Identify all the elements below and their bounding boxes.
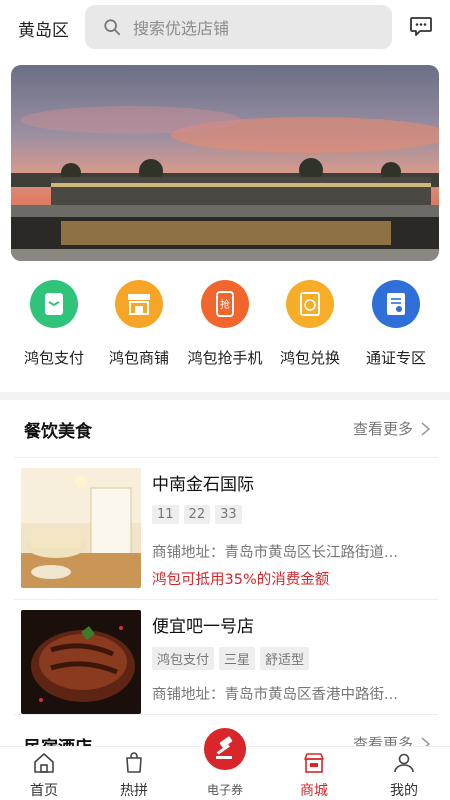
store-icon — [304, 753, 324, 773]
home-icon — [34, 753, 54, 773]
menu-item-grab-phone[interactable]: 抢 鸿包抢手机 — [181, 280, 269, 368]
shop-tag: 鸿包支付 — [152, 647, 215, 670]
shop-address: 商铺地址：青岛市黄岛区香港中路街... — [152, 687, 398, 703]
tab-home[interactable]: 首页 — [14, 751, 74, 800]
store-icon — [115, 280, 163, 328]
tab-mine[interactable]: 我的 — [374, 751, 434, 800]
coupon-center-button[interactable] — [202, 726, 248, 772]
menu-item-hongbao-pay[interactable]: 鸿包支付 — [10, 280, 98, 368]
chevron-right-icon — [421, 421, 430, 436]
shop-tag: 33 — [215, 505, 242, 524]
tab-mall[interactable]: 商城 — [284, 751, 344, 800]
user-icon — [394, 753, 414, 773]
exchange-icon — [286, 280, 334, 328]
section-divider — [0, 392, 450, 400]
shop-tags: 11 22 33 — [152, 505, 242, 524]
wallet-icon — [30, 280, 78, 328]
shop-tag: 舒适型 — [260, 647, 310, 670]
menu-item-hongbao-shop[interactable]: 鸿包商铺 — [95, 280, 183, 368]
search-icon — [104, 19, 121, 36]
quick-menu: 鸿包支付 鸿包商铺 抢 鸿包抢手机 鸿包兑换 通证专区 — [0, 280, 450, 380]
city-selector[interactable]: 黄岛区 — [18, 16, 69, 41]
message-icon[interactable] — [410, 16, 432, 36]
shop-address: 商铺地址：青岛市黄岛区长江路街道... — [152, 545, 398, 561]
section-title-food: 餐饮美食 — [24, 422, 92, 442]
gavel-icon — [216, 736, 233, 759]
bag-icon — [126, 752, 142, 773]
shop-tag: 22 — [183, 505, 211, 524]
top-bar: 黄岛区 搜索优选店铺 — [0, 0, 450, 56]
view-more-label: 查看更多 — [352, 420, 413, 438]
shop-name: 中南金石国际 — [152, 475, 254, 495]
menu-item-token-zone[interactable]: 通证专区 — [352, 280, 440, 368]
promo-banner[interactable] — [11, 65, 439, 261]
phone-icon: 抢 — [201, 280, 249, 328]
shop-thumbnail — [21, 610, 141, 714]
certificate-icon — [372, 280, 420, 328]
view-more-food-link[interactable]: 查看更多 — [353, 418, 430, 439]
tab-group-buy[interactable]: 热拼 — [104, 751, 164, 800]
shop-tags: 鸿包支付 三星 舒适型 — [152, 647, 310, 670]
shop-card[interactable]: 中南金石国际 11 22 33 商铺地址：青岛市黄岛区长江路街道... 鸿包可抵… — [0, 458, 450, 588]
divider-line — [14, 714, 438, 715]
svg-text:抢: 抢 — [220, 298, 230, 311]
shop-tag: 三星 — [219, 647, 256, 670]
shop-name: 便宜吧一号店 — [152, 617, 254, 637]
shop-card[interactable]: 便宜吧一号店 鸿包支付 三星 舒适型 商铺地址：青岛市黄岛区香港中路街... — [0, 600, 450, 725]
shop-tag: 11 — [152, 505, 179, 524]
shop-thumbnail — [21, 468, 141, 588]
shop-promo: 鸿包可抵用35%的消费金额 — [152, 572, 330, 588]
search-input[interactable]: 搜索优选店铺 — [85, 5, 392, 49]
search-placeholder: 搜索优选店铺 — [133, 19, 230, 38]
banner-image — [11, 65, 439, 261]
tab-coupon-label: 电子券 — [206, 783, 243, 797]
menu-item-exchange[interactable]: 鸿包兑换 — [266, 280, 354, 368]
